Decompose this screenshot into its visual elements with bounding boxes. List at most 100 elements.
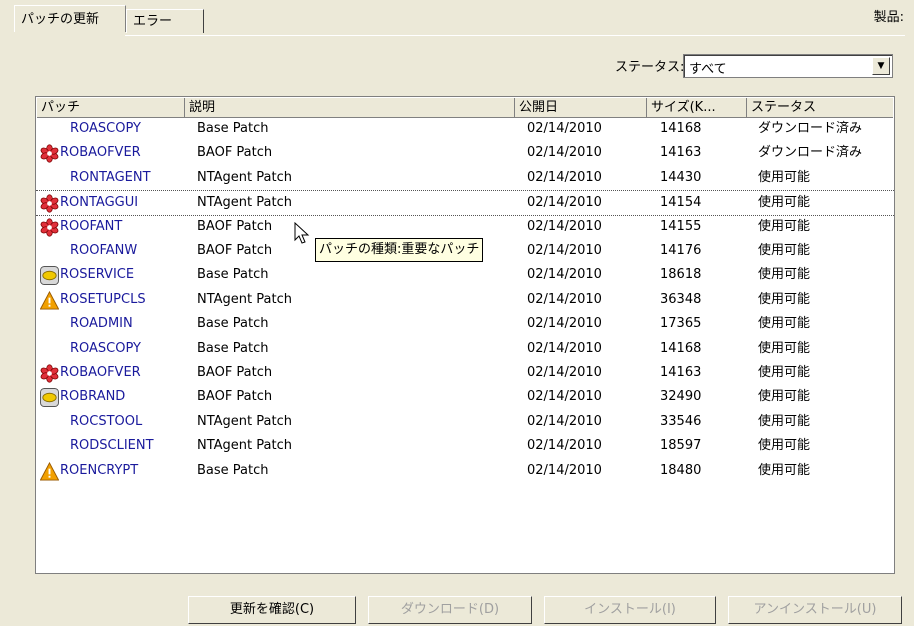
uninstall-button[interactable]: アンインストール(U) — [728, 596, 902, 624]
patch-list[interactable]: パッチ 説明 公開日 サイズ(K... ステータス ROASCOPY Base P… — [35, 96, 895, 574]
cell-patch: ROASCOPY — [70, 121, 141, 136]
cell-patch: RONTAGENT — [70, 169, 151, 185]
cell-size: 14154 — [660, 195, 702, 211]
cell-status: ダウンロード済み — [758, 145, 863, 161]
warning-icon — [40, 461, 59, 481]
cell-patch: ROSETUPCLS — [60, 291, 146, 307]
table-row[interactable]: ROASCOPY Base Patch 02/14/2010 14168 使用可能 — [36, 337, 894, 361]
cell-status: 使用可能 — [758, 413, 811, 429]
cell-status: 使用可能 — [758, 195, 811, 211]
cell-status: ダウンロード済み — [758, 121, 863, 136]
table-row[interactable]: ROASCOPY Base Patch 02/14/2010 14168 ダウンロード済… — [36, 117, 894, 141]
cell-date: 02/14/2010 — [527, 413, 602, 429]
cell-size: 14168 — [660, 121, 702, 136]
cell-date: 02/14/2010 — [527, 218, 602, 234]
cell-date: 02/14/2010 — [527, 243, 602, 258]
table-row[interactable]: ROBRAND BAOF Patch 02/14/2010 32490 使用可能 — [36, 385, 894, 409]
table-row[interactable]: RONTAGENT NTAgent Patch 02/14/2010 14430 使用可… — [36, 166, 894, 190]
warning-icon — [40, 290, 59, 310]
cell-status: 使用可能 — [758, 169, 811, 185]
status-filter-value: すべて — [689, 62, 727, 77]
cell-size: 14163 — [660, 145, 702, 161]
cell-description: Base Patch — [197, 316, 269, 332]
cell-description: Base Patch — [197, 121, 269, 136]
cell-description: NTAgent Patch — [197, 438, 292, 454]
cell-patch: ROSERVICE — [60, 267, 135, 283]
install-button[interactable]: インストール(I) — [544, 596, 716, 624]
table-row[interactable]: ROENCRYPT Base Patch 02/14/2010 18480 使用可能 — [36, 459, 894, 483]
cell-description: BAOF Patch — [197, 389, 273, 405]
cell-description: BAOF Patch — [197, 218, 273, 234]
critical-patch-icon — [40, 217, 59, 237]
cell-status: 使用可能 — [758, 389, 811, 405]
tooltip: パッチの種類:重要なパッチ — [315, 238, 484, 262]
critical-patch-icon — [40, 194, 59, 213]
table-row[interactable]: ROOFANT BAOF Patch 02/14/2010 14155 使用可能 — [36, 215, 894, 239]
table-row[interactable]: ROBAOFVER BAOF Patch 02/14/2010 14163 ダウンロード… — [36, 141, 894, 165]
cell-description: Base Patch — [197, 267, 269, 283]
table-row[interactable]: RONTAGGUI NTAgent Patch 02/14/2010 14154 使用可… — [36, 190, 894, 217]
cell-patch: ROOFANW — [70, 243, 138, 258]
cell-patch: ROBAOFVER — [60, 365, 141, 380]
cell-status: 使用可能 — [758, 365, 811, 380]
cell-date: 02/14/2010 — [527, 195, 602, 211]
cell-patch: ROBAOFVER — [60, 145, 141, 161]
cell-date: 02/14/2010 — [527, 389, 602, 405]
check-updates-button[interactable]: 更新を確認(C) — [188, 596, 356, 624]
tab-divider — [125, 35, 905, 36]
column-header-size[interactable]: サイズ(K... — [647, 98, 747, 118]
column-header-date[interactable]: 公開日 — [515, 98, 647, 118]
tab-errors[interactable]: エラー — [126, 9, 204, 33]
cell-description: NTAgent Patch — [197, 413, 292, 429]
cell-patch: RONTAGGUI — [60, 195, 139, 211]
critical-patch-icon — [40, 144, 59, 164]
cell-description: NTAgent Patch — [197, 169, 292, 185]
cell-status: 使用可能 — [758, 218, 811, 234]
table-row[interactable]: RODSCLIENT NTAgent Patch 02/14/2010 18597 使用… — [36, 434, 894, 458]
table-row[interactable]: ROSERVICE Base Patch 02/14/2010 18618 使用可能 — [36, 263, 894, 287]
status-filter-label: ステータス: — [615, 60, 685, 75]
product-label: 製品: — [873, 10, 904, 25]
cell-size: 14430 — [660, 169, 702, 185]
cell-status: 使用可能 — [758, 267, 811, 283]
cell-date: 02/14/2010 — [527, 365, 602, 380]
cell-size: 18480 — [660, 462, 702, 478]
cell-size: 36348 — [660, 291, 702, 307]
cell-date: 02/14/2010 — [527, 462, 602, 478]
cell-patch: RODSCLIENT — [70, 438, 154, 454]
cell-size: 14176 — [660, 243, 702, 258]
cell-patch: ROBRAND — [60, 389, 126, 405]
table-row[interactable]: ROBAOFVER BAOF Patch 02/14/2010 14163 使用可能 — [36, 361, 894, 385]
cell-status: 使用可能 — [758, 243, 811, 258]
tab-patch-updates[interactable]: パッチの更新 — [14, 5, 126, 32]
cell-date: 02/14/2010 — [527, 145, 602, 161]
cell-size: 18597 — [660, 438, 702, 454]
cell-size: 14163 — [660, 365, 702, 380]
cell-description: BAOF Patch — [197, 243, 273, 258]
cell-date: 02/14/2010 — [527, 340, 602, 356]
critical-patch-icon — [40, 364, 59, 383]
table-row[interactable]: ROSETUPCLS NTAgent Patch 02/14/2010 36348 使用… — [36, 288, 894, 312]
download-button[interactable]: ダウンロード(D) — [368, 596, 532, 624]
cell-status: 使用可能 — [758, 316, 811, 332]
cell-date: 02/14/2010 — [527, 267, 602, 283]
cell-size: 18618 — [660, 267, 702, 283]
column-header-patch[interactable]: パッチ — [37, 98, 185, 118]
cell-date: 02/14/2010 — [527, 169, 602, 185]
cell-description: BAOF Patch — [197, 365, 273, 380]
cell-size: 14168 — [660, 340, 702, 356]
cell-size: 32490 — [660, 389, 702, 405]
column-header-status[interactable]: ステータス — [747, 98, 893, 118]
cell-description: NTAgent Patch — [197, 195, 292, 211]
chevron-down-icon[interactable]: ▼ — [872, 57, 890, 75]
column-header-description[interactable]: 説明 — [185, 98, 515, 118]
cell-status: 使用可能 — [758, 462, 811, 478]
optional-patch-icon — [40, 388, 59, 408]
cell-patch: ROOFANT — [60, 218, 123, 234]
table-row[interactable]: ROADMIN Base Patch 02/14/2010 17365 使用可能 — [36, 312, 894, 336]
cell-description: BAOF Patch — [197, 145, 273, 161]
cell-patch: ROASCOPY — [70, 340, 141, 356]
status-filter-select[interactable]: すべて ▼ — [683, 54, 893, 78]
cell-description: Base Patch — [197, 340, 269, 356]
table-row[interactable]: ROCSTOOL NTAgent Patch 02/14/2010 33546 使用可能 — [36, 410, 894, 434]
